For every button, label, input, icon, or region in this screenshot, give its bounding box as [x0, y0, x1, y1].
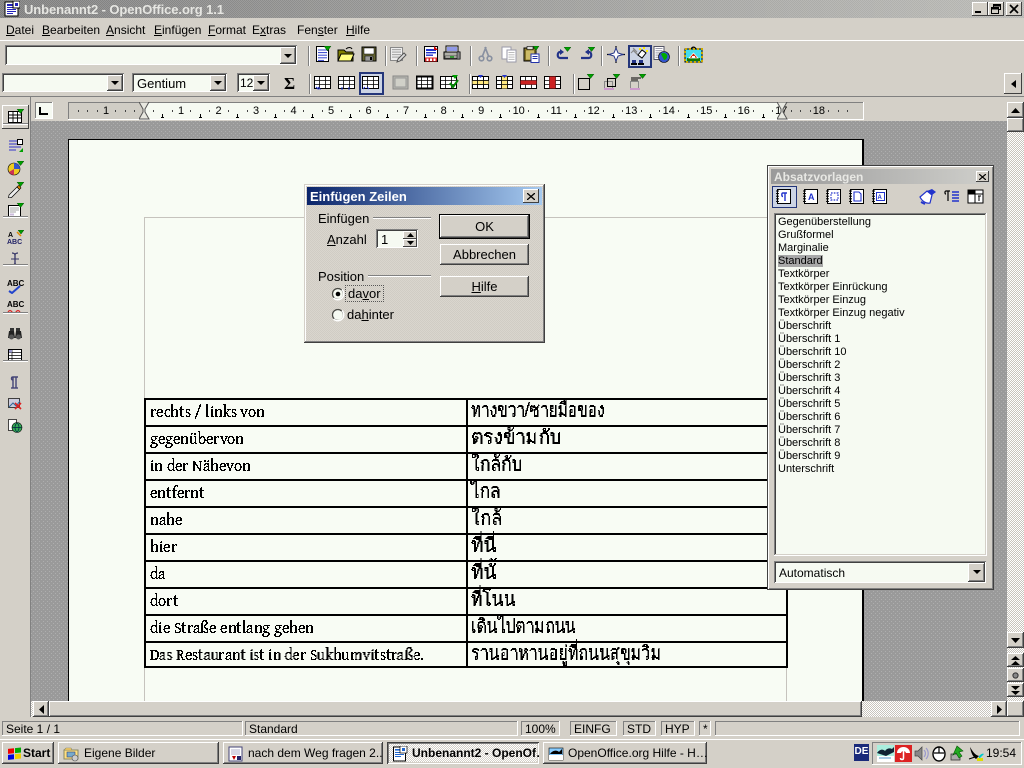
svg-text:A: A [808, 192, 815, 202]
svg-text:A: A [878, 195, 883, 201]
